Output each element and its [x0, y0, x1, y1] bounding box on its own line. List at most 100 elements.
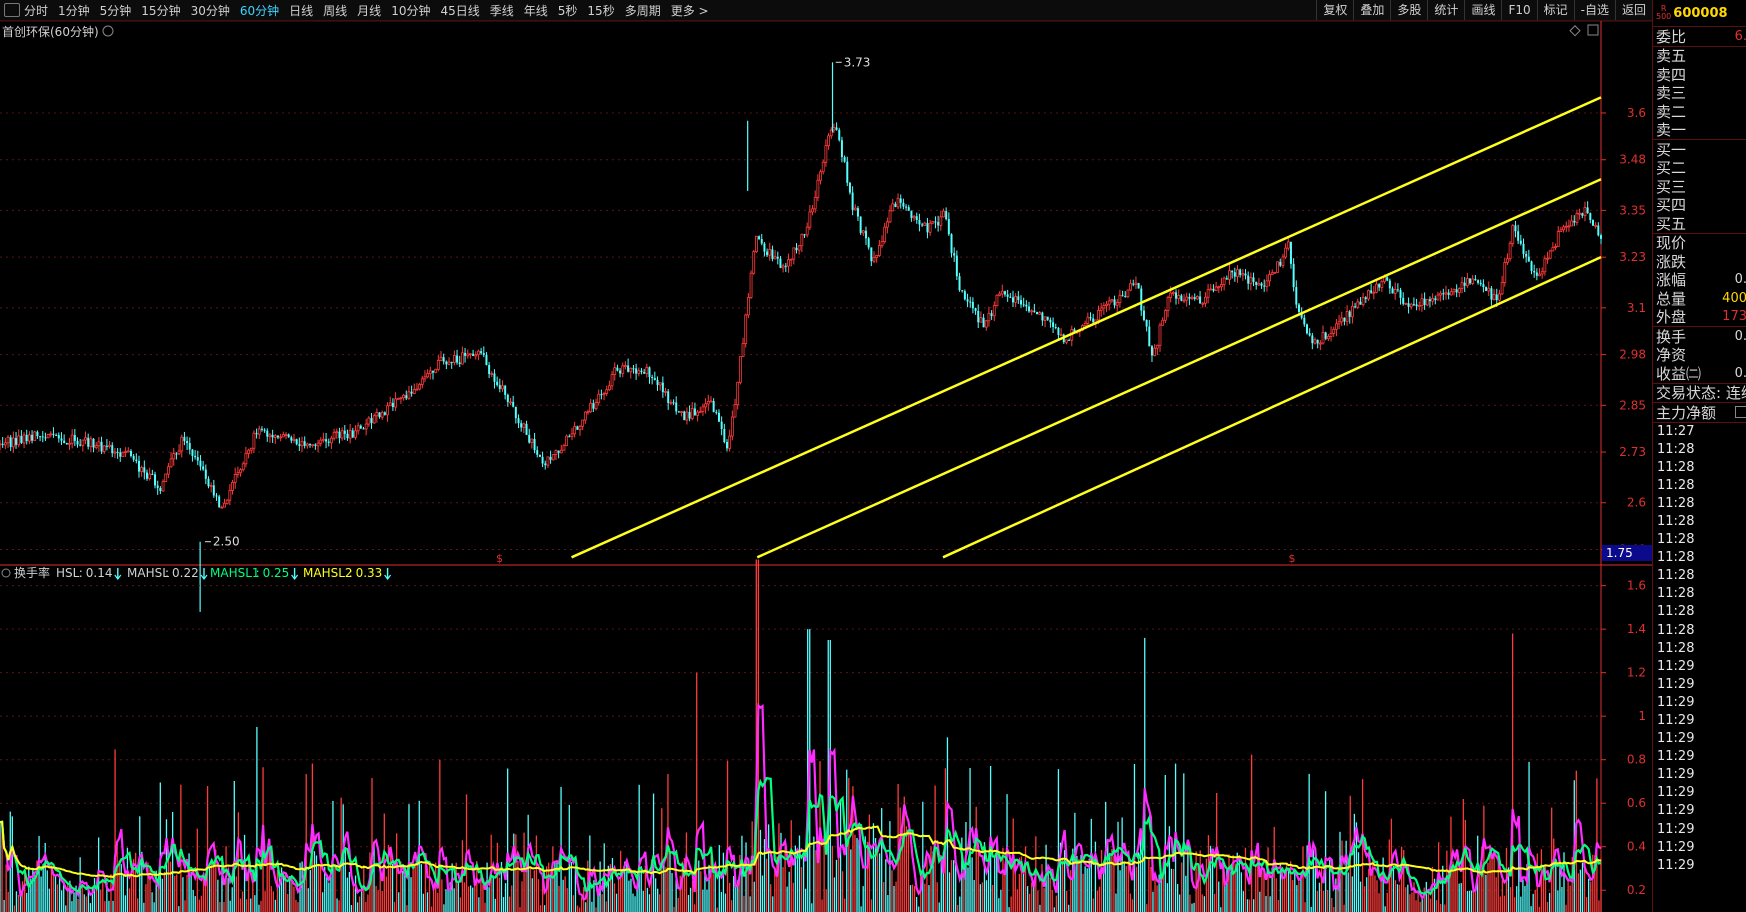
candle-body [1175, 292, 1178, 299]
flow-toggle-icon[interactable] [1735, 406, 1746, 419]
candle-body [154, 474, 157, 486]
candle-body [343, 430, 346, 434]
candle-body [466, 353, 470, 357]
candle-body [460, 352, 464, 365]
candle-body [969, 301, 972, 303]
candle-body [1597, 225, 1600, 236]
period-tab-13[interactable]: 5秒 [558, 2, 578, 19]
candle-body [706, 401, 710, 405]
candle-body [287, 434, 290, 438]
period-tab-14[interactable]: 15秒 [587, 2, 614, 19]
period-tab-12[interactable]: 年线 [524, 2, 548, 19]
candle-body [632, 368, 635, 370]
candle-body [637, 370, 641, 374]
period-tab-11[interactable]: 季线 [490, 2, 514, 19]
candle-body [70, 434, 74, 444]
period-tab-7[interactable]: 周线 [323, 2, 347, 19]
candle-body [1263, 285, 1266, 287]
candle-body [1578, 212, 1582, 215]
period-tab-5[interactable]: 60分钟 [240, 2, 279, 19]
toolbar-button-5[interactable]: F10 [1501, 0, 1536, 20]
candle-body [1286, 241, 1290, 249]
toolbar-button-4[interactable]: 画线 [1464, 0, 1501, 20]
toolbar-button-0[interactable]: 复权 [1316, 0, 1353, 20]
tick-time: 11:28 [1657, 513, 1695, 529]
volume-tick-label: 1.2 [1627, 666, 1646, 680]
period-tab-10[interactable]: 45日线 [440, 2, 479, 19]
candle-body [926, 223, 929, 233]
candle-body [194, 455, 197, 458]
period-tab-1[interactable]: 1分钟 [58, 2, 90, 19]
candle-body [506, 394, 509, 402]
candle-body [351, 430, 354, 438]
candle-body [3, 442, 7, 446]
period-tab-2[interactable]: 5分钟 [100, 2, 132, 19]
candle-body [848, 182, 851, 193]
candle-body [570, 433, 574, 437]
period-tab-6[interactable]: 日线 [289, 2, 313, 19]
period-tab-15[interactable]: 多周期 [625, 2, 661, 19]
candle-body [1009, 296, 1012, 298]
candle-body [942, 210, 945, 218]
tick-time: 11:28 [1657, 459, 1695, 475]
candle-body [1279, 261, 1282, 266]
toolbar-button-7[interactable]: -自选 [1573, 0, 1615, 20]
candle-body [1527, 256, 1530, 262]
candle-body [690, 408, 694, 419]
candle-body [1297, 304, 1300, 313]
candle-body [861, 230, 865, 234]
candle-body [1268, 274, 1271, 282]
toolbar-button-8[interactable]: 返回 [1614, 0, 1652, 20]
candle-body [1115, 302, 1119, 306]
legend-colon: : [349, 566, 353, 580]
stock-code[interactable]: 600008 [1673, 6, 1727, 21]
candle-body [1525, 253, 1528, 257]
candle-body [121, 451, 125, 458]
candle-body [1233, 272, 1236, 277]
candle-body [966, 299, 969, 302]
quote-row-18: 收益㈡ 0. [1653, 364, 1746, 384]
period-tab-16[interactable]: 更多 > [671, 2, 709, 19]
period-tab-3[interactable]: 15分钟 [141, 2, 180, 19]
indicator-dropdown-icon [1, 568, 11, 578]
candle-body [1589, 213, 1592, 221]
candle-body [423, 376, 427, 380]
layout-icon[interactable] [4, 3, 20, 17]
candle-body [218, 496, 221, 508]
candle-body [974, 308, 977, 311]
candle-body [640, 370, 643, 372]
candle-body [768, 249, 772, 256]
candle-body [319, 439, 323, 444]
candle-body [859, 216, 862, 233]
candle-body [551, 454, 555, 461]
candle-body [776, 256, 779, 259]
period-tab-8[interactable]: 月线 [357, 2, 381, 19]
toolbar-button-3[interactable]: 统计 [1427, 0, 1464, 20]
period-tab-0[interactable]: 分时 [24, 2, 48, 19]
candle-body [1559, 229, 1563, 232]
period-tab-9[interactable]: 10分钟 [391, 2, 430, 19]
candle-body [1540, 271, 1544, 275]
period-tab-4[interactable]: 30分钟 [191, 2, 230, 19]
toolbar-button-6[interactable]: 标记 [1536, 0, 1574, 20]
tick-time: 11:29 [1657, 839, 1695, 855]
candle-body [281, 434, 285, 438]
tick-time: 11:28 [1657, 586, 1695, 602]
candle-body [1380, 281, 1384, 288]
candle-body [452, 355, 456, 363]
candle-body [661, 382, 664, 393]
candle-body [554, 450, 558, 455]
candle-body [1129, 283, 1132, 291]
toolbar-button-2[interactable]: 多股 [1390, 0, 1427, 20]
candle-body [396, 398, 400, 400]
toolbar-button-1[interactable]: 叠加 [1353, 0, 1390, 20]
candle-body [105, 445, 108, 447]
candle-body [1444, 292, 1448, 295]
candle-body [870, 247, 873, 262]
candle-body [97, 441, 101, 447]
event-marker: $ [1289, 552, 1296, 565]
candle-body [378, 412, 381, 418]
candle-body [442, 357, 445, 362]
candle-body [987, 312, 991, 322]
candle-body [1110, 299, 1114, 302]
